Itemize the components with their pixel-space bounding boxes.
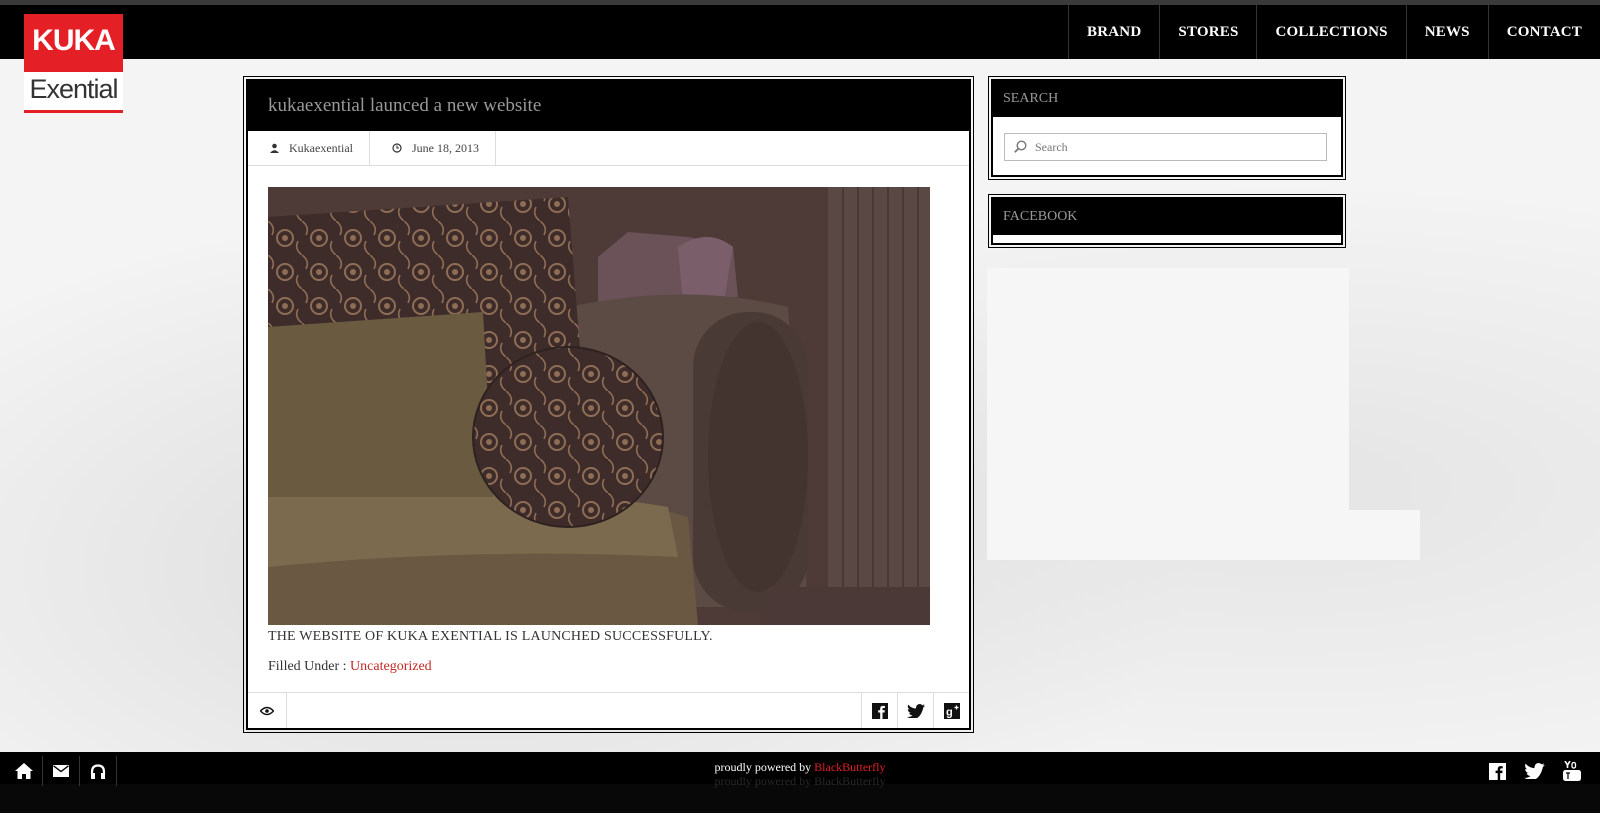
twitter-icon xyxy=(1524,763,1545,779)
footer-twitter-link[interactable] xyxy=(1516,758,1553,784)
youtube-icon xyxy=(1562,761,1581,781)
nav-item-contact[interactable]: CONTACT xyxy=(1487,5,1600,59)
share-twitter-button[interactable] xyxy=(897,693,933,728)
powered-by-reflection: proudly powered by BlackButterfly xyxy=(0,774,1600,789)
search-widget: SEARCH xyxy=(988,76,1346,180)
eye-icon xyxy=(260,706,274,715)
user-icon xyxy=(270,143,279,153)
footer-facebook-link[interactable] xyxy=(1479,758,1516,784)
view-post-button[interactable] xyxy=(248,693,287,728)
facebook-embed-area-bottom xyxy=(987,510,1420,560)
search-widget-title: SEARCH xyxy=(993,81,1341,117)
post-date: June 18, 2013 xyxy=(370,131,496,165)
powered-by-reflection-brand: BlackButterfly xyxy=(814,774,886,788)
main-nav: BRAND STORES COLLECTIONS NEWS CONTACT xyxy=(1068,5,1600,59)
logo-bottom-text: Exential xyxy=(29,74,118,104)
google-plus-icon: g xyxy=(943,702,960,719)
share-google-plus-button[interactable]: g xyxy=(933,693,969,728)
post-meta: Kukaexential June 18, 2013 xyxy=(248,131,969,166)
site-footer: proudly powered by BlackButterfly proudl… xyxy=(0,752,1600,813)
facebook-widget: FACEBOOK xyxy=(988,194,1346,248)
post-title[interactable]: kukaexential launced a new website xyxy=(248,81,969,131)
nav-item-stores[interactable]: STORES xyxy=(1159,5,1256,59)
facebook-embed-area[interactable] xyxy=(987,268,1349,510)
nav-item-news[interactable]: NEWS xyxy=(1405,5,1488,59)
filed-under-label: Filled Under : xyxy=(268,659,347,674)
logo-top-text: KUKA xyxy=(32,24,116,57)
post-author-name: Kukaexential xyxy=(289,140,353,155)
powered-by-prefix: proudly powered by xyxy=(714,760,812,774)
footer-youtube-link[interactable] xyxy=(1553,758,1590,784)
powered-by-reflection-prefix: proudly powered by xyxy=(714,774,812,788)
search-box xyxy=(1004,133,1327,161)
footer-social-links xyxy=(1479,758,1590,784)
site-logo[interactable]: KUKA Exential xyxy=(24,14,123,113)
post-date-text: June 18, 2013 xyxy=(411,140,479,155)
post-featured-image[interactable] xyxy=(268,187,930,625)
share-facebook-button[interactable] xyxy=(861,693,897,728)
nav-item-brand[interactable]: BRAND xyxy=(1068,5,1159,59)
post-author[interactable]: Kukaexential xyxy=(248,131,370,165)
powered-by-link[interactable]: BlackButterfly xyxy=(814,760,885,774)
post-category-line: Filled Under : Uncategorized xyxy=(268,659,432,675)
post-footer: g xyxy=(248,692,969,728)
facebook-icon xyxy=(1489,762,1506,780)
twitter-icon xyxy=(906,703,925,718)
facebook-widget-title: FACEBOOK xyxy=(993,199,1341,235)
nav-item-collections[interactable]: COLLECTIONS xyxy=(1256,5,1405,59)
search-input[interactable] xyxy=(1033,134,1317,160)
share-buttons: g xyxy=(861,693,969,728)
powered-by-text: proudly powered by BlackButterfly xyxy=(0,760,1600,775)
svg-text:g: g xyxy=(946,706,953,718)
search-icon xyxy=(1014,140,1027,153)
category-link[interactable]: Uncategorized xyxy=(350,659,432,674)
clock-icon xyxy=(392,143,402,153)
blog-post: kukaexential launced a new website Kukae… xyxy=(243,76,974,733)
post-excerpt: THE WEBSITE OF KUKA EXENTIAL IS LAUNCHED… xyxy=(268,629,713,644)
facebook-icon xyxy=(871,702,888,719)
